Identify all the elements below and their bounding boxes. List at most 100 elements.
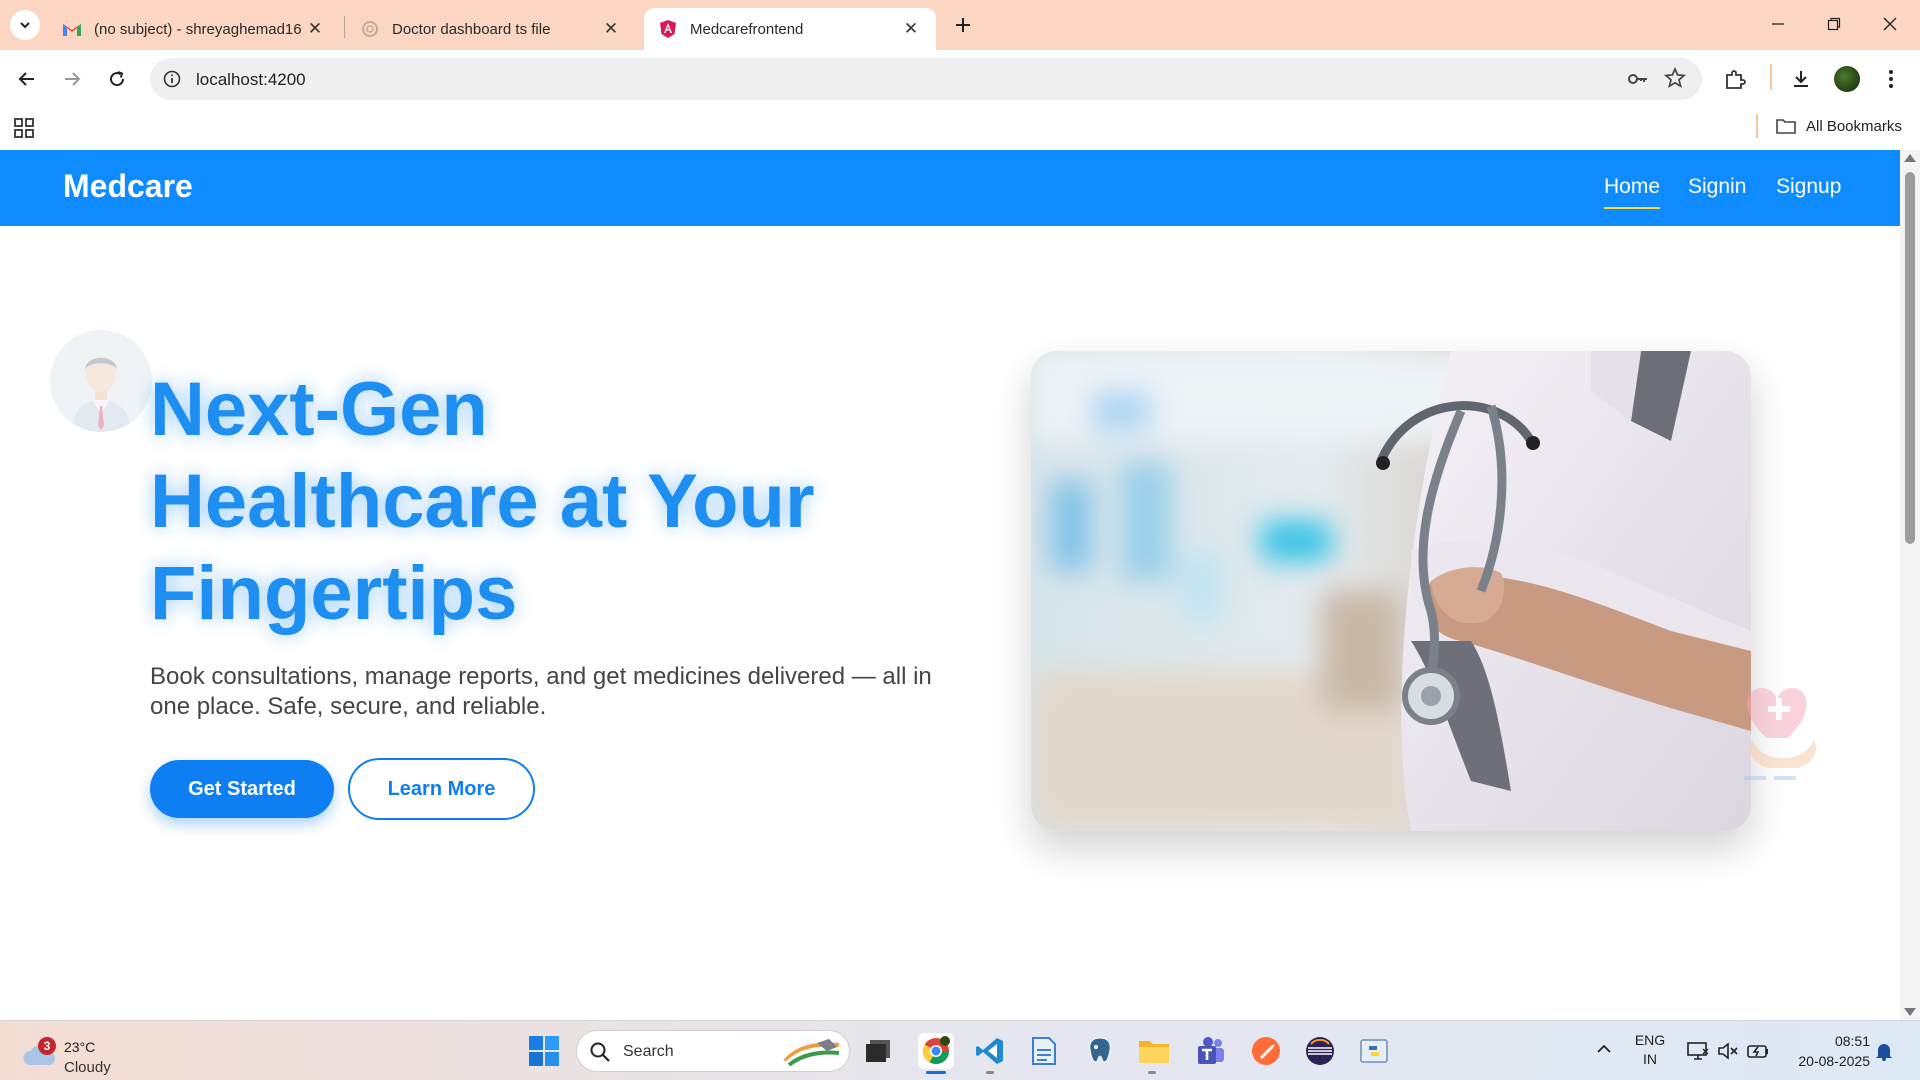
star-icon[interactable] [1663,66,1688,91]
learn-more-button[interactable]: Learn More [348,758,535,820]
windows-taskbar: 3 23°C Cloudy Search ENG IN 08:51 20-08-… [0,1020,1920,1080]
apps-grid-icon[interactable] [14,118,36,140]
all-bookmarks-label: All Bookmarks [1806,117,1902,135]
extensions-button[interactable] [1718,62,1752,96]
nav-signup[interactable]: Signup [1776,175,1841,199]
plus-icon [956,18,970,32]
notification-bell-icon[interactable] [1874,1041,1894,1061]
clock-time: 08:51 [1834,1033,1870,1049]
site-navbar: Medcare Home Signin Signup [0,150,1900,226]
region-code: IN [1643,1051,1657,1067]
all-bookmarks-button[interactable]: All Bookmarks [1776,114,1902,138]
window-close-button[interactable] [1862,0,1918,48]
page-viewport: Medcare Home Signin Signup Next-Gen Heal… [0,150,1900,1020]
puzzle-icon [1726,70,1746,89]
bookmarks-divider [1756,114,1758,138]
browser-tab-strip: (no subject) - shreyaghemad16 ✕ Doctor d… [0,0,1920,50]
toolbar-divider [1770,64,1772,90]
windows-start-icon[interactable] [528,1035,560,1067]
reload-icon [110,71,125,87]
weather-condition: Cloudy [64,1059,111,1076]
folder-icon[interactable] [1136,1033,1172,1069]
task-view-icon[interactable] [860,1033,896,1069]
postgres-icon[interactable] [1082,1033,1118,1069]
running-app-indicator [1148,1071,1156,1074]
restore-icon [1827,17,1841,31]
battery-charging-icon[interactable] [1746,1039,1770,1063]
restore-button[interactable] [1806,0,1862,48]
network-icon[interactable] [1686,1039,1710,1063]
search-icon [590,1042,610,1062]
arrow-right-icon [65,72,81,86]
close-icon [1883,17,1897,31]
address-bar[interactable]: localhost:4200 [150,58,1702,100]
angular-icon [658,19,678,39]
volume-muted-icon[interactable] [1716,1039,1740,1063]
hero-title-line: Fingertips [150,551,518,636]
language-indicator[interactable]: ENG IN [1632,1031,1668,1069]
gmail-icon [62,19,82,39]
download-icon [1794,71,1808,87]
back-button[interactable] [10,62,44,96]
system-clock[interactable]: 08:51 20-08-2025 [1780,1031,1870,1071]
browser-toolbar: localhost:4200 [0,50,1920,108]
postman-icon[interactable] [1248,1033,1284,1069]
site-brand[interactable]: Medcare [63,168,193,205]
close-icon[interactable]: ✕ [600,18,622,40]
scroll-down-arrow-icon[interactable] [1904,1008,1916,1016]
menu-button[interactable] [1874,62,1908,96]
vscode-icon[interactable] [972,1033,1008,1069]
weather-widget[interactable]: 3 23°C Cloudy [22,1029,132,1076]
url-text[interactable]: localhost:4200 [196,70,306,90]
tab-divider [344,16,345,38]
more-vertical-icon [1889,70,1893,88]
tab-chatgpt[interactable]: Doctor dashboard ts file ✕ [346,8,636,50]
tab-title: Doctor dashboard ts file [392,20,551,38]
notepad-icon[interactable] [1026,1033,1062,1069]
downloads-button[interactable] [1784,62,1818,96]
chrome-icon[interactable] [918,1033,954,1069]
active-app-indicator [926,1071,946,1074]
key-icon[interactable] [1626,67,1650,91]
close-icon[interactable]: ✕ [900,18,922,40]
hero-title: Next-Gen Healthcare at Your Fingertips [150,364,910,640]
language-code: ENG [1634,1032,1666,1048]
taskbar-search-box[interactable]: Search [576,1030,850,1072]
hero-title-line: Healthcare at Your [150,459,815,544]
tab-search-button[interactable] [10,10,40,40]
scroll-up-arrow-icon[interactable] [1904,154,1916,162]
tab-medcarefrontend[interactable]: Medcarefrontend ✕ [644,8,936,50]
scrollbar-thumb[interactable] [1905,172,1915,544]
search-highlight-icon [783,1039,840,1067]
nav-home[interactable]: Home [1604,175,1661,209]
reload-button[interactable] [100,62,134,96]
running-app-indicator [986,1071,994,1074]
tab-gmail[interactable]: (no subject) - shreyaghemad16 ✕ [48,8,340,50]
minimize-icon [1772,23,1784,25]
nav-signin[interactable]: Signin [1688,175,1746,199]
profile-avatar[interactable] [1834,66,1860,92]
minimize-button[interactable] [1750,0,1806,48]
new-tab-button[interactable] [948,10,978,40]
forward-button[interactable] [55,62,89,96]
bookmarks-bar: All Bookmarks [0,108,1920,150]
hero-subtitle: Book consultations, manage reports, and … [150,663,932,720]
weather-temperature: 23°C [64,1039,96,1055]
chatgpt-icon [360,19,380,39]
hero-doctor-image [1031,351,1751,831]
taskbar-search-label: Search [623,1043,674,1060]
tab-title: Medcarefrontend [690,20,804,38]
page-scrollbar[interactable] [1900,150,1920,1020]
tab-title: (no subject) - shreyaghemad16 [94,20,302,38]
folder-icon [1776,119,1796,134]
eclipse-icon[interactable] [1302,1033,1338,1069]
teams-icon[interactable] [1192,1033,1228,1069]
arrow-left-icon [18,72,34,86]
get-started-button[interactable]: Get Started [150,760,334,818]
heart-hand-icon [1738,680,1828,782]
site-info-icon[interactable] [160,67,184,91]
doctor-avatar-illustration [50,330,152,432]
close-icon[interactable]: ✕ [304,18,326,40]
python-icon[interactable] [1356,1033,1392,1069]
chevron-up-icon[interactable] [1594,1039,1614,1059]
